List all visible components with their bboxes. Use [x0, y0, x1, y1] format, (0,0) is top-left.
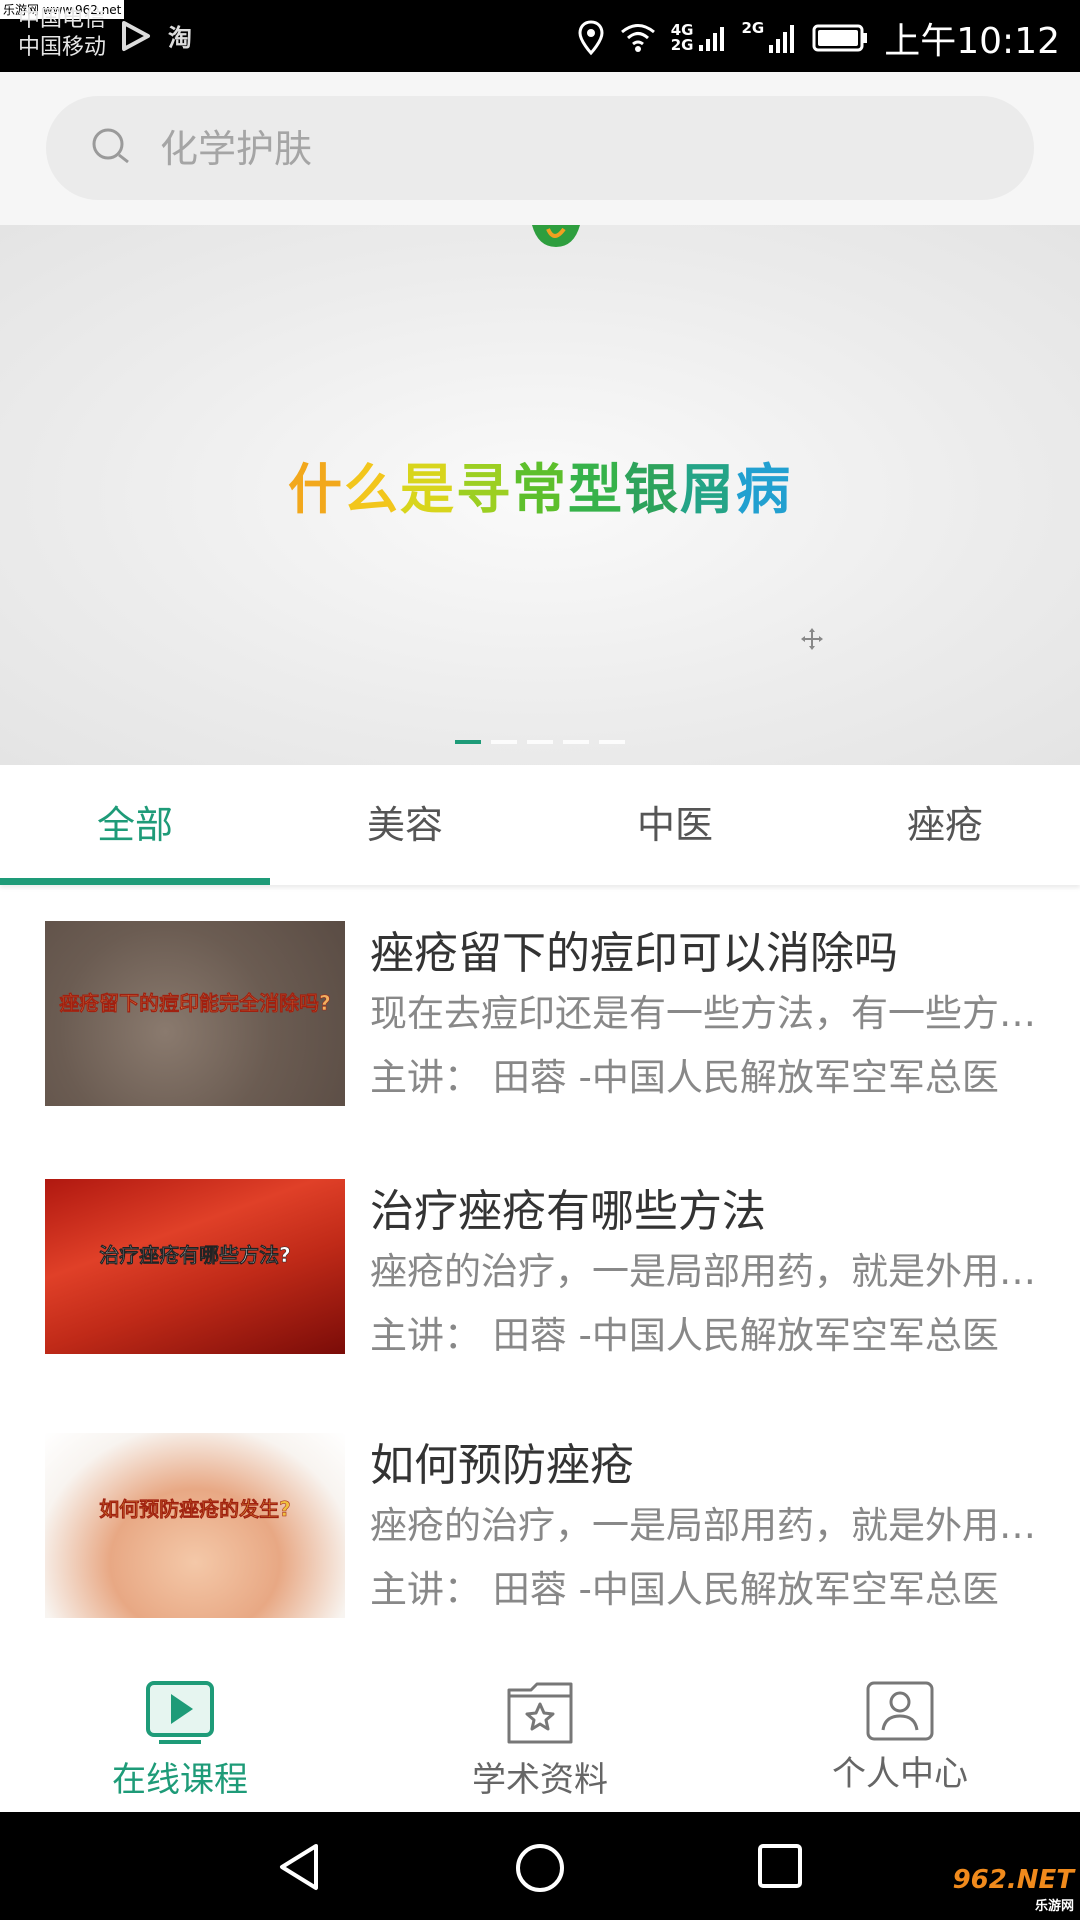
- thumbnail-caption: 治疗痤疮有哪些方法?: [99, 1243, 291, 1268]
- carousel-dot[interactable]: [563, 740, 589, 744]
- course-title: 痤疮留下的痘印可以消除吗: [370, 928, 898, 979]
- bottom-navigation: 在线课程 学术资料 个人中心: [0, 1640, 1080, 1812]
- course-item[interactable]: 治疗痤疮有哪些方法? 治疗痤疮有哪些方法 痤疮的治疗，一是局部用药，就是外用药物…: [0, 1153, 1080, 1373]
- logo-leaf-icon: [532, 225, 580, 247]
- video-app-icon: [122, 20, 150, 51]
- carousel-dot[interactable]: [527, 740, 553, 744]
- course-speaker: 主讲： 田蓉 -中国人民解放军空军总医: [370, 1056, 999, 1099]
- carrier-info: 中国电信 中国移动: [18, 6, 106, 62]
- wifi-icon: [620, 24, 655, 52]
- nav-label: 在线课程: [112, 1760, 248, 1800]
- carrier-1: 中国电信: [18, 7, 107, 32]
- clock: 上午10:12: [884, 21, 1060, 62]
- battery-icon: [812, 24, 868, 52]
- banner-title-char: 银: [624, 458, 680, 521]
- nav-personal-center[interactable]: 个人中心: [720, 1640, 1080, 1812]
- move-cursor-icon: [801, 628, 823, 650]
- folder-star-icon: [507, 1682, 573, 1744]
- home-icon[interactable]: [514, 1842, 566, 1894]
- course-description: 痤疮的治疗，一是局部用药，就是外用药物: [370, 1504, 1070, 1547]
- course-thumbnail: 痤疮留下的痘印能完全消除吗?: [45, 921, 345, 1106]
- site-watermark-logo: 962.NET 乐游网: [952, 1865, 1074, 1914]
- status-right: 4G 2G 2G 上午10:12: [577, 12, 1060, 64]
- course-description: 痤疮的治疗，一是局部用药，就是外用药物: [370, 1250, 1070, 1293]
- course-title: 如何预防痤疮: [370, 1440, 634, 1491]
- banner-title-char: 常: [512, 458, 568, 521]
- course-speaker: 主讲： 田蓉 -中国人民解放军空军总医: [370, 1314, 999, 1357]
- person-icon: [866, 1681, 934, 1741]
- carousel-dot[interactable]: [599, 740, 625, 744]
- course-speaker: 主讲： 田蓉 -中国人民解放军空军总医: [370, 1568, 999, 1611]
- course-item[interactable]: 痤疮留下的痘印能完全消除吗? 痤疮留下的痘印可以消除吗 现在去痘印还是有一些方法…: [0, 895, 1080, 1115]
- recent-apps-icon[interactable]: [756, 1842, 804, 1890]
- banner-title-char: 型: [568, 458, 624, 521]
- search-input[interactable]: [158, 116, 1002, 182]
- system-nav-bar: 962.NET 乐游网: [0, 1812, 1080, 1920]
- search-bar[interactable]: [46, 96, 1034, 200]
- tab-tcm[interactable]: 中医: [540, 765, 810, 885]
- banner-title-char: 屑: [680, 458, 736, 521]
- course-thumbnail: 治疗痤疮有哪些方法?: [45, 1179, 345, 1354]
- signal-2g: 2G: [742, 21, 799, 55]
- status-bar: 乐游网 www.962.net 中国电信 中国移动 淘 4G 2G 2G 上午1…: [0, 0, 1080, 72]
- nav-online-courses[interactable]: 在线课程: [0, 1640, 360, 1812]
- nav-label: 学术资料: [472, 1760, 608, 1800]
- carousel-indicator: [455, 740, 625, 744]
- tab-all[interactable]: 全部: [0, 765, 270, 885]
- notification-icons: 淘: [118, 18, 192, 53]
- location-icon: [578, 20, 604, 56]
- banner-title-char: 么: [344, 458, 400, 521]
- carousel-dot[interactable]: [491, 740, 517, 744]
- nav-academic-materials[interactable]: 学术资料: [360, 1640, 720, 1812]
- banner-title-char: 寻: [456, 458, 512, 521]
- banner-title-char: 是: [400, 458, 456, 521]
- course-item[interactable]: 如何预防痤疮的发生? 如何预防痤疮 痤疮的治疗，一是局部用药，就是外用药物 主讲…: [0, 1407, 1080, 1627]
- search-header: [0, 72, 1080, 225]
- carousel-dot[interactable]: [455, 740, 481, 744]
- tab-beauty[interactable]: 美容: [270, 765, 540, 885]
- course-title: 治疗痤疮有哪些方法: [370, 1186, 766, 1237]
- course-list: 痤疮留下的痘印能完全消除吗? 痤疮留下的痘印可以消除吗 现在去痘印还是有一些方法…: [0, 895, 1080, 1630]
- back-icon[interactable]: [276, 1842, 326, 1892]
- course-thumbnail: 如何预防痤疮的发生?: [45, 1433, 345, 1618]
- play-icon: [146, 1681, 214, 1744]
- taobao-icon: 淘: [168, 24, 192, 52]
- signal-bars-icon: [769, 25, 795, 53]
- banner-title-char: 什: [288, 458, 344, 521]
- search-icon: [92, 128, 129, 164]
- thumbnail-caption: 如何预防痤疮的发生?: [99, 1497, 291, 1522]
- nav-label: 个人中心: [832, 1754, 968, 1794]
- carrier-2: 中国移动: [18, 35, 107, 60]
- banner-title-char: 病: [736, 458, 792, 521]
- course-description: 现在去痘印还是有一些方法，有一些方法可以改善: [370, 992, 1070, 1035]
- banner-carousel[interactable]: 什么是寻常型银屑病: [0, 225, 1080, 765]
- banner-title: 什么是寻常型银屑病: [0, 445, 1080, 524]
- tab-acne[interactable]: 痤疮: [810, 765, 1080, 885]
- category-tabs: 全部 美容 中医 痤疮: [0, 765, 1080, 885]
- signal-4g: 4G 2G: [671, 23, 728, 53]
- thumbnail-caption: 痤疮留下的痘印能完全消除吗?: [59, 991, 331, 1016]
- signal-bars-icon: [698, 27, 724, 51]
